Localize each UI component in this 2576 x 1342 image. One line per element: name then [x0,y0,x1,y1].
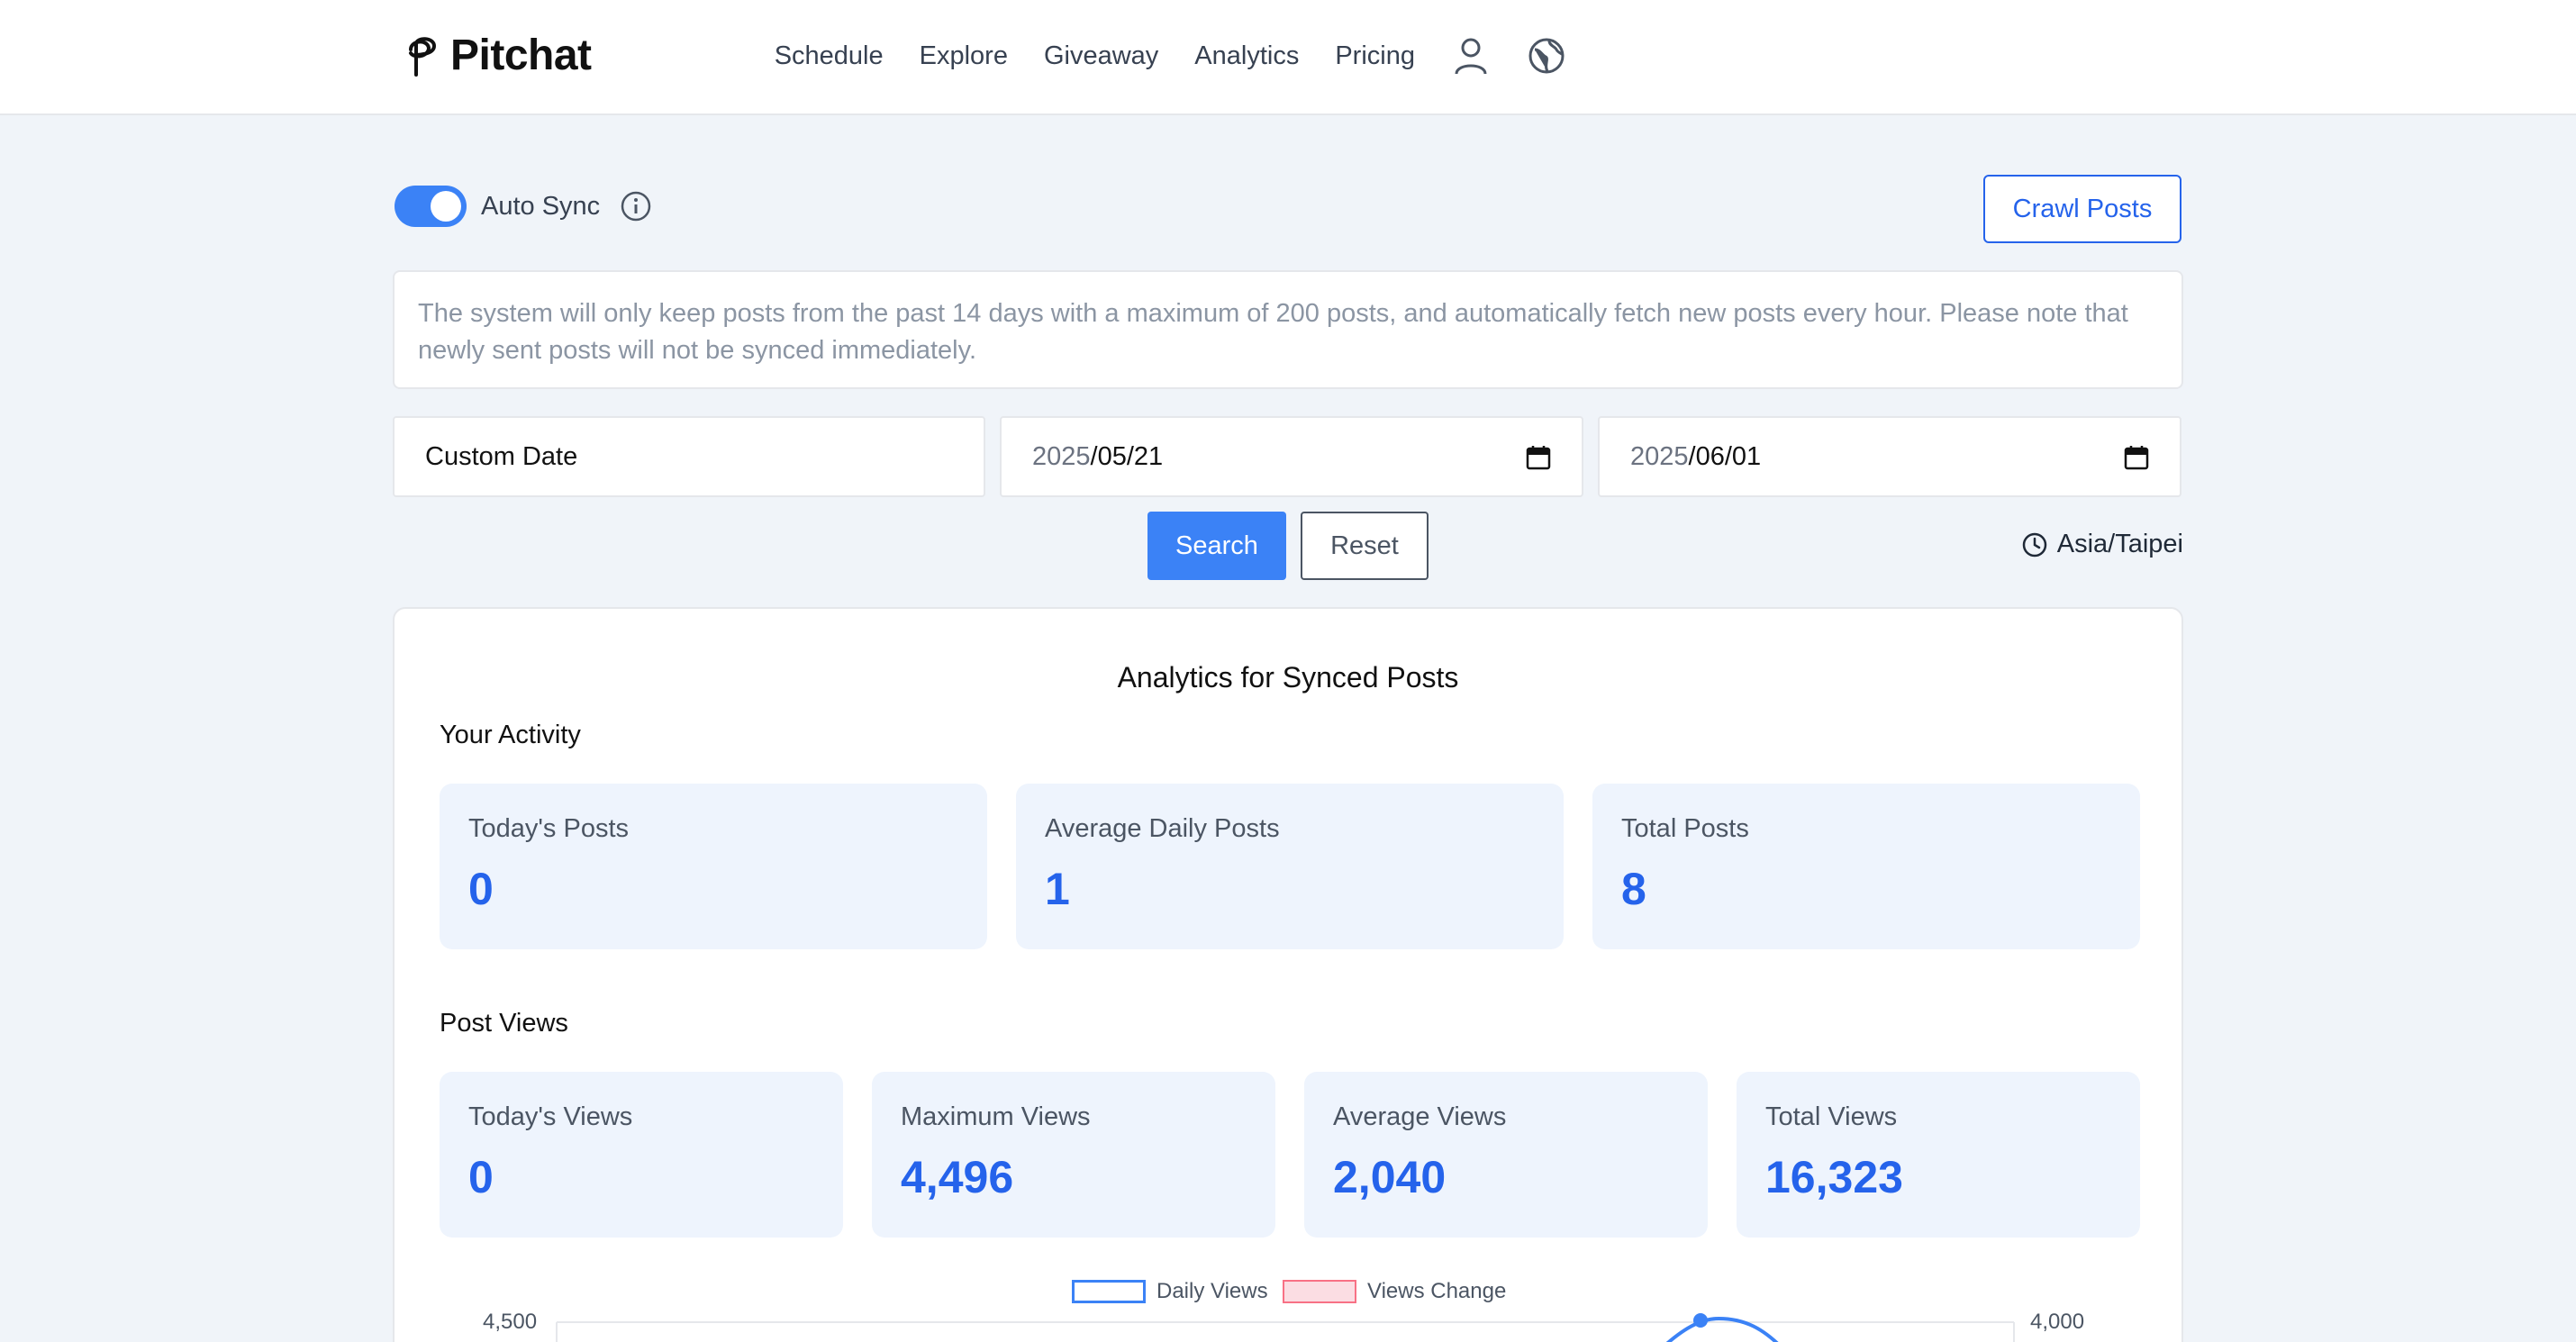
nav-pricing[interactable]: Pricing [1335,41,1415,71]
clock-icon [2022,532,2046,557]
start-date-rest: /05/21 [1090,441,1164,471]
legend-daily-views[interactable]: Daily Views [1072,1279,1268,1304]
views-section-title: Post Views [440,1009,568,1038]
stat-todays-views: Today's Views 0 [440,1072,843,1238]
end-date-value: 2025/06/01 [1630,442,1761,472]
calendar-icon[interactable] [2124,445,2149,470]
stat-todays-posts: Today's Posts 0 [440,784,987,949]
nav-giveaway[interactable]: Giveaway [1044,41,1158,71]
start-date-input[interactable]: 2025/05/21 [1000,416,1583,497]
legend-swatch-daily-views [1072,1280,1146,1303]
nav-explore[interactable]: Explore [920,41,1008,71]
stat-value: 1 [1045,864,1070,914]
end-date-input[interactable]: 2025/06/01 [1598,416,2181,497]
stat-average-views: Average Views 2,040 [1304,1072,1708,1238]
globe-icon[interactable] [1527,36,1566,76]
main-nav: Schedule Explore Giveaway Analytics Pric… [739,36,1566,76]
stat-total-posts: Total Posts 8 [1592,784,2140,949]
stat-total-views: Total Views 16,323 [1737,1072,2140,1238]
timezone-indicator: Asia/Taipei [2021,530,2183,559]
date-range-select[interactable]: Custom Date [393,416,985,497]
date-range-value: Custom Date [425,441,578,471]
activity-section-title: Your Activity [440,721,581,749]
legend-swatch-views-change [1283,1280,1356,1303]
stat-label: Average Views [1333,1102,1507,1131]
start-date-value: 2025/05/21 [1032,442,1163,472]
stat-value: 4,496 [901,1152,1014,1202]
stat-value: 2,040 [1333,1152,1447,1202]
stat-value: 16,323 [1765,1152,1903,1202]
pitchat-logo-icon [409,36,436,77]
sync-notice: The system will only keep posts from the… [393,270,2183,389]
stat-label: Average Daily Posts [1045,814,1280,843]
end-date-rest: /06/01 [1688,441,1762,471]
user-icon[interactable] [1451,36,1491,76]
stat-average-daily-posts: Average Daily Posts 1 [1016,784,1564,949]
views-chart [556,1313,2015,1342]
brand-name: Pitchat [450,32,592,79]
timezone-label: Asia/Taipei [2056,530,2183,558]
legend-views-change[interactable]: Views Change [1283,1279,1506,1304]
analytics-title: Analytics for Synced Posts [1117,661,1459,694]
crawl-posts-button[interactable]: Crawl Posts [1983,175,2181,243]
stat-label: Today's Posts [468,814,630,843]
auto-sync-row: Auto Sync [395,186,652,227]
brand-logo[interactable]: Pitchat [404,31,592,80]
stat-label: Total Posts [1621,814,1749,843]
end-date-year: 2025 [1630,441,1689,471]
stat-label: Today's Views [468,1102,633,1131]
stat-label: Maximum Views [901,1102,1091,1131]
nav-schedule[interactable]: Schedule [775,41,884,71]
reset-button[interactable]: Reset [1301,512,1429,580]
analytics-card: Analytics for Synced Posts Your Activity… [393,607,2183,1342]
stat-value: 0 [468,1152,494,1202]
top-navbar: Pitchat Schedule Explore Giveaway Analyt… [0,0,2576,115]
stat-maximum-views: Maximum Views 4,496 [872,1072,1275,1238]
daily-views-point [1693,1313,1708,1328]
search-button[interactable]: Search [1147,512,1286,580]
stat-value: 8 [1621,864,1646,914]
nav-analytics[interactable]: Analytics [1194,41,1299,71]
stat-label: Total Views [1765,1102,1898,1131]
auto-sync-label: Auto Sync [481,191,601,221]
toggle-knob [431,191,461,222]
info-icon[interactable] [620,190,652,222]
stat-value: 0 [468,864,494,914]
legend-label: Daily Views [1156,1279,1268,1303]
auto-sync-toggle[interactable] [395,186,467,227]
legend-label: Views Change [1367,1279,1507,1303]
start-date-year: 2025 [1032,441,1091,471]
calendar-icon[interactable] [1526,445,1551,470]
